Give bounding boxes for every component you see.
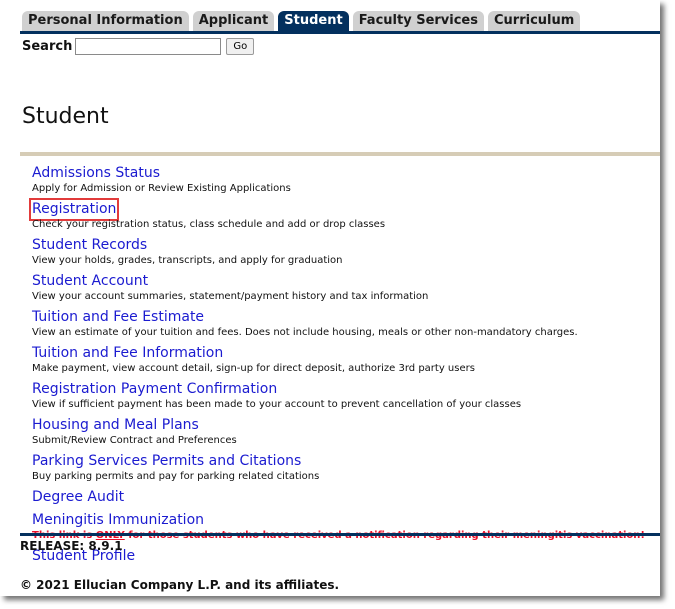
tab-applicant[interactable]: Applicant — [192, 11, 275, 31]
menu-item-description: View your account summaries, statement/p… — [32, 291, 429, 302]
menu-item-housing-meal-plans: Housing and Meal Plans Submit/Review Con… — [32, 414, 657, 447]
parking-services-link[interactable]: Parking Services Permits and Citations — [32, 453, 301, 470]
meningitis-immunization-link[interactable]: Meningitis Immunization — [32, 512, 204, 529]
admissions-status-link[interactable]: Admissions Status — [32, 165, 160, 182]
menu-item-description: View if sufficient payment has been made… — [32, 399, 522, 410]
menu-item-tuition-fee-estimate: Tuition and Fee Estimate View an estimat… — [32, 306, 657, 339]
tuition-fee-estimate-link[interactable]: Tuition and Fee Estimate — [32, 309, 204, 326]
menu-item-description: Apply for Admission or Review Existing A… — [32, 183, 291, 194]
menu-item-student-profile: Student Profile — [32, 545, 657, 565]
search-form: Search Go — [22, 38, 255, 55]
menu-item-degree-audit: Degree Audit — [32, 486, 657, 506]
menu-item-description: Make payment, view account detail, sign-… — [32, 363, 475, 374]
tuition-fee-information-link[interactable]: Tuition and Fee Information — [32, 345, 223, 362]
tab-curriculum[interactable]: Curriculum — [488, 11, 581, 31]
housing-meal-plans-link[interactable]: Housing and Meal Plans — [32, 417, 199, 434]
tab-personal-information[interactable]: Personal Information — [22, 11, 189, 31]
menu-item-registration: Registration Check your registration sta… — [28, 198, 657, 231]
page-title: Student — [22, 104, 109, 129]
registration-link[interactable]: Registration — [28, 198, 120, 221]
menu-item-description: Submit/Review Contract and Preferences — [32, 435, 237, 446]
search-input[interactable] — [75, 38, 222, 55]
menu-item-student-account: Student Account View your account summar… — [32, 270, 657, 303]
search-label: Search — [22, 39, 73, 54]
menu-item-admissions-status: Admissions Status Apply for Admission or… — [32, 162, 657, 195]
title-divider — [20, 152, 660, 156]
menu-item-parking-services: Parking Services Permits and Citations B… — [32, 450, 657, 483]
main-tab-bar: Personal Information Applicant Student F… — [22, 7, 584, 31]
menu-item-description: View your holds, grades, transcripts, an… — [32, 255, 343, 266]
menu-item-student-records: Student Records View your holds, grades,… — [32, 234, 657, 267]
copyright-notice: © 2021 Ellucian Company L.P. and its aff… — [20, 578, 340, 592]
menu-item-description: Buy parking permits and pay for parking … — [32, 471, 320, 482]
footer-bar — [20, 533, 660, 536]
menu-item-registration-payment-confirmation: Registration Payment Confirmation View i… — [32, 378, 657, 411]
menu-item-description: View an estimate of your tuition and fee… — [32, 327, 578, 338]
tab-student[interactable]: Student — [278, 11, 349, 31]
tab-faculty-services[interactable]: Faculty Services — [352, 11, 484, 31]
registration-payment-confirmation-link[interactable]: Registration Payment Confirmation — [32, 381, 277, 398]
menu-item-description: Check your registration status, class sc… — [32, 219, 386, 230]
student-menu: Admissions Status Apply for Admission or… — [28, 162, 657, 565]
student-account-link[interactable]: Student Account — [32, 273, 148, 290]
search-go-button[interactable]: Go — [226, 38, 255, 55]
tab-underline-bar — [20, 31, 660, 34]
student-records-link[interactable]: Student Records — [32, 237, 147, 254]
browser-page: Personal Information Applicant Student F… — [0, 0, 660, 596]
release-version: RELEASE: 8.9.1 — [20, 539, 123, 553]
degree-audit-link[interactable]: Degree Audit — [32, 489, 124, 506]
menu-item-tuition-fee-information: Tuition and Fee Information Make payment… — [32, 342, 657, 375]
menu-item-meningitis-immunization: Meningitis Immunization This link is ONL… — [32, 509, 657, 542]
